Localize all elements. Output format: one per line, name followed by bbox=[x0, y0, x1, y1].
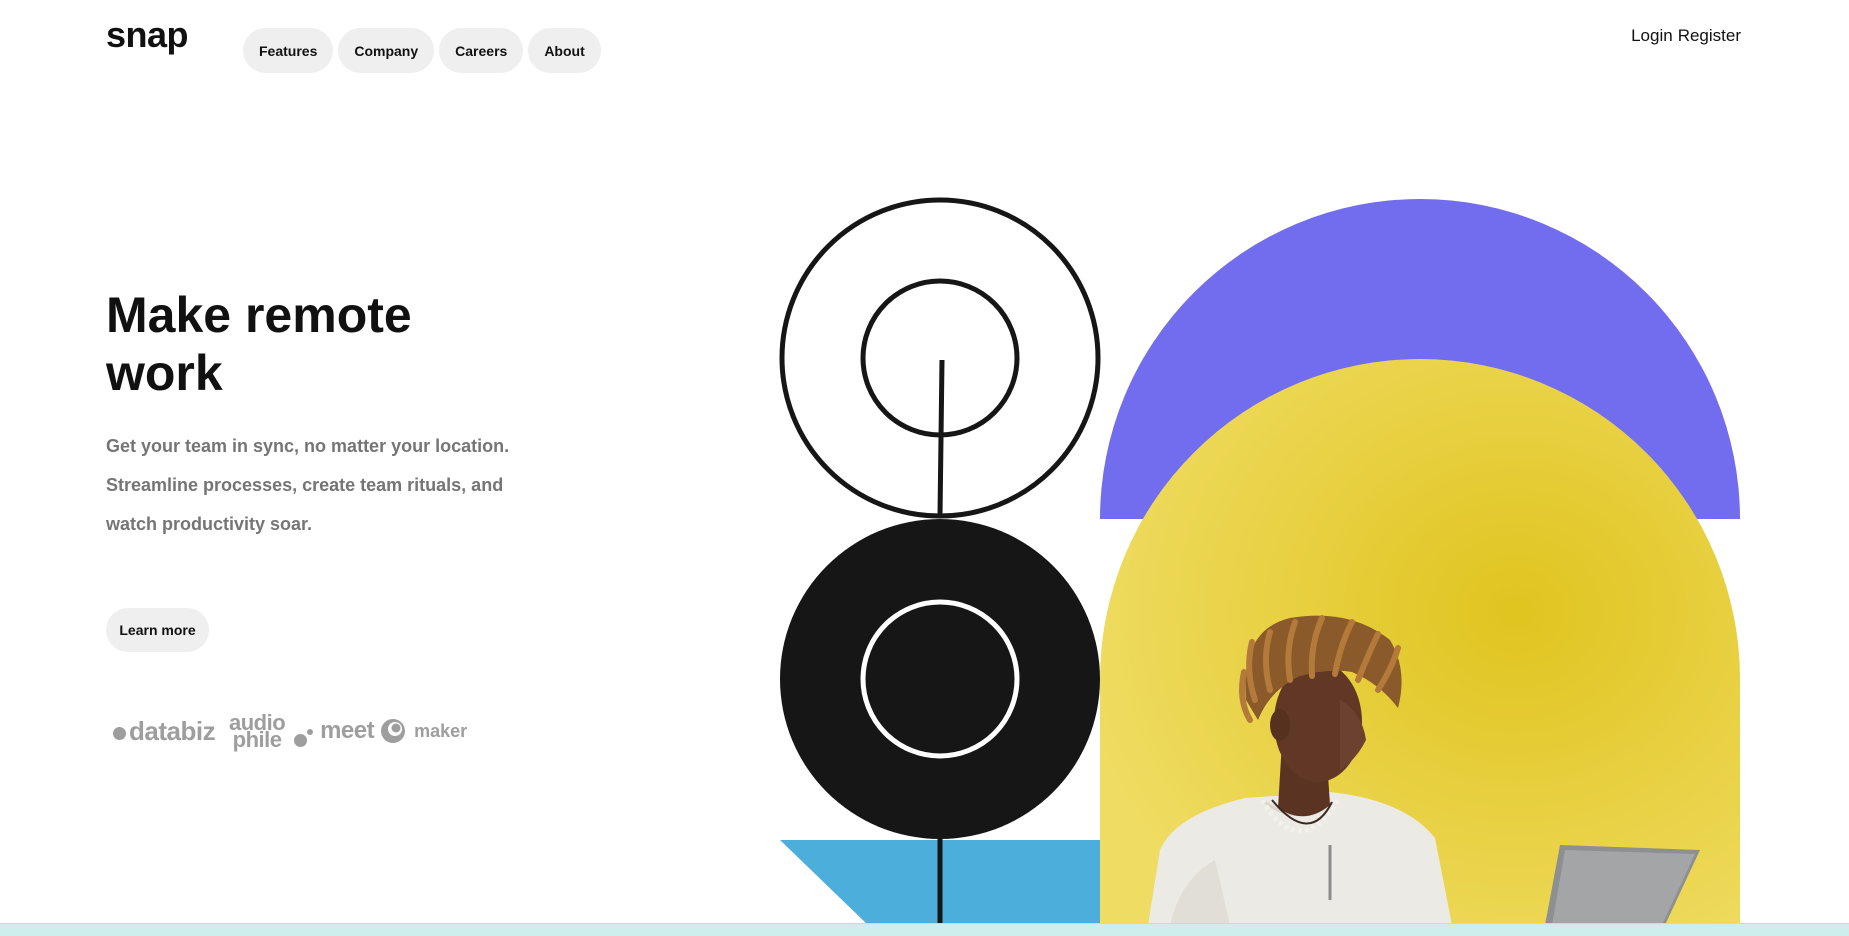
black-circle-shape bbox=[780, 519, 1100, 839]
bottom-scroll-strip bbox=[0, 923, 1849, 936]
outline-circles-shape bbox=[779, 197, 1101, 519]
hero-illustration bbox=[779, 197, 1740, 925]
